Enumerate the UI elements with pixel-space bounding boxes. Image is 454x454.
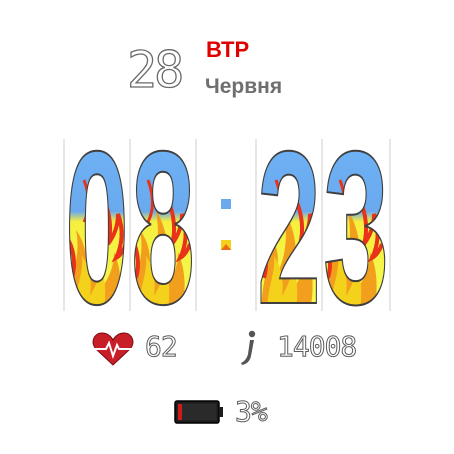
battery-level-fill: [178, 404, 182, 420]
heart-icon: [92, 332, 134, 366]
time-display: 0 8 2 3: [63, 106, 391, 351]
minute-ones-digit: 3: [323, 107, 389, 350]
time-colon: [221, 199, 231, 250]
battery-value: 3%: [235, 395, 269, 428]
walking-person-icon: [241, 330, 256, 365]
hour-ones-digit: 8: [131, 107, 195, 350]
minute-tens-digit: 2: [257, 107, 321, 350]
hour-tens-digit: 0: [65, 107, 129, 350]
battery-icon: [174, 400, 223, 424]
steps-value: 14008: [276, 330, 357, 363]
heart-rate-value: 62: [145, 330, 179, 363]
